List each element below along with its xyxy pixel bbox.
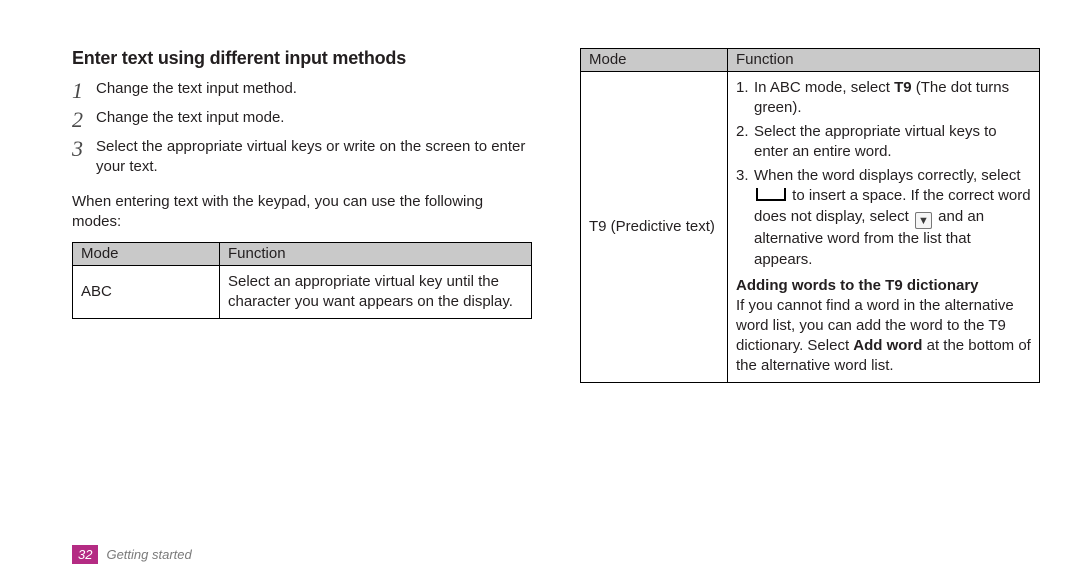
list-item: 3. When the word displays correctly, sel…: [736, 166, 1031, 269]
step-number: 1: [72, 79, 96, 102]
list-number: 2.: [736, 122, 754, 162]
step-text: Select the appropriate virtual keys or w…: [96, 137, 532, 178]
mode-cell: T9 (Predictive text): [581, 72, 728, 383]
step-item: 2 Change the text input mode.: [72, 108, 532, 131]
step-number: 3: [72, 137, 96, 160]
right-column: Mode Function T9 (Predictive text) 1. In…: [580, 48, 1040, 546]
step-item: 3 Select the appropriate virtual keys or…: [72, 137, 532, 178]
page-footer: 32 Getting started: [72, 545, 192, 564]
numbered-steps: 1 Change the text input method. 2 Change…: [72, 79, 532, 178]
table-row: ABC Select an appropriate virtual key un…: [73, 266, 532, 319]
col-header-function: Function: [220, 243, 532, 266]
adding-words-heading: Adding words to the T9 dictionary: [736, 277, 979, 294]
function-cell: Select an appropriate virtual key until …: [220, 266, 532, 319]
step-item: 1 Change the text input method.: [72, 79, 532, 102]
chevron-down-icon: ▼: [915, 212, 932, 229]
adding-words-paragraph: Adding words to the T9 dictionary If you…: [736, 276, 1031, 376]
left-column: Enter text using different input methods…: [72, 48, 532, 546]
intro-paragraph: When entering text with the keypad, you …: [72, 192, 532, 233]
list-text: Select the appropriate virtual keys to e…: [754, 122, 1031, 162]
modes-table-right: Mode Function T9 (Predictive text) 1. In…: [580, 48, 1040, 383]
modes-table-left: Mode Function ABC Select an appropriate …: [72, 242, 532, 319]
list-text: When the word displays correctly, select…: [754, 166, 1031, 269]
list-number: 3.: [736, 166, 754, 269]
step-text: Change the text input method.: [96, 79, 532, 99]
function-cell: 1. In ABC mode, select T9 (The dot turns…: [728, 72, 1040, 383]
list-number: 1.: [736, 78, 754, 118]
list-item: 1. In ABC mode, select T9 (The dot turns…: [736, 78, 1031, 118]
col-header-function: Function: [728, 49, 1040, 72]
table-row: T9 (Predictive text) 1. In ABC mode, sel…: [581, 72, 1040, 383]
col-header-mode: Mode: [73, 243, 220, 266]
page-number-badge: 32: [72, 545, 98, 564]
mode-cell: ABC: [73, 266, 220, 319]
footer-section-label: Getting started: [106, 547, 191, 562]
col-header-mode: Mode: [581, 49, 728, 72]
list-text: In ABC mode, select T9 (The dot turns gr…: [754, 78, 1031, 118]
section-heading: Enter text using different input methods: [72, 48, 532, 69]
step-text: Change the text input mode.: [96, 108, 532, 128]
page-content: Enter text using different input methods…: [72, 48, 1040, 546]
spacebar-icon: [756, 188, 786, 201]
list-item: 2. Select the appropriate virtual keys t…: [736, 122, 1031, 162]
step-number: 2: [72, 108, 96, 131]
t9-instruction-list: 1. In ABC mode, select T9 (The dot turns…: [736, 78, 1031, 270]
